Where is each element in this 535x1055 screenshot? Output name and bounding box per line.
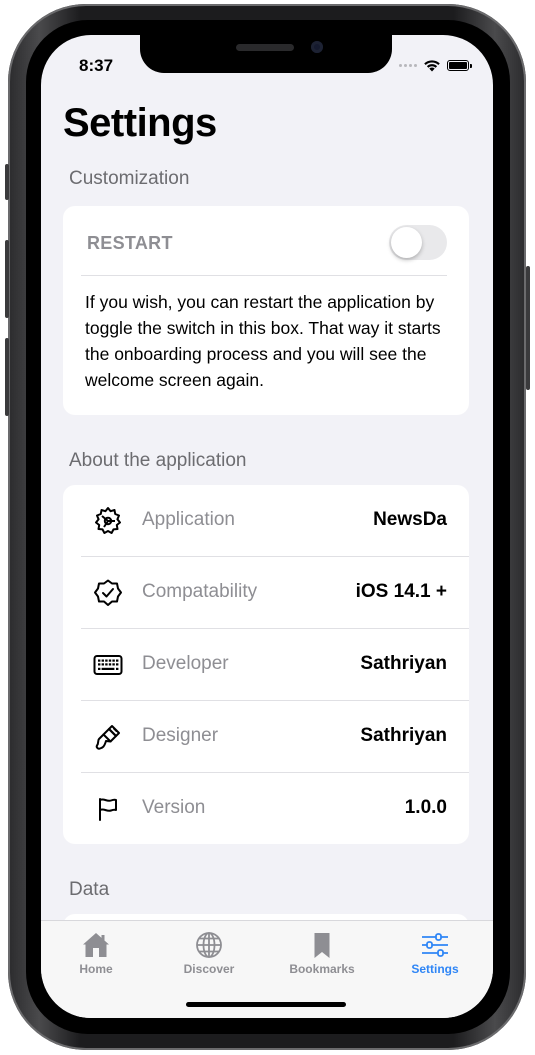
divider (81, 275, 447, 276)
status-time: 8:37 (79, 56, 114, 75)
about-card: Application NewsDa Compatability iOS 14.… (63, 485, 469, 844)
customization-header: Customization (69, 168, 190, 189)
toggle-knob (391, 227, 422, 258)
volume-down-button (5, 338, 9, 416)
data-header: Data (69, 879, 110, 900)
restart-description: If you wish, you can restart the applica… (85, 292, 441, 390)
row-label: Application (142, 509, 235, 530)
keyboard-icon (93, 655, 123, 675)
speaker-grille (236, 44, 294, 51)
about-row-developer: Developer Sathriyan (81, 629, 469, 701)
sliders-icon (422, 933, 448, 957)
gear-icon (95, 507, 121, 534)
restart-title: RESTART (87, 233, 173, 253)
tab-label: Home (79, 962, 113, 976)
flag-icon (99, 798, 117, 821)
tab-label: Settings (411, 962, 459, 976)
row-value: iOS 14.1 + (355, 581, 447, 602)
status-icons (399, 59, 472, 72)
about-row-compatability: Compatability iOS 14.1 + (81, 557, 469, 629)
row-label: Developer (142, 653, 229, 674)
restart-card: RESTART If you wish, you can restart the… (63, 206, 469, 415)
restart-toggle[interactable] (389, 225, 447, 260)
battery-icon (447, 60, 472, 71)
tab-bar: Home Discover Bookmarks Settings (41, 920, 493, 1018)
power-button (526, 266, 530, 390)
row-label: Compatability (142, 581, 258, 602)
about-row-designer: Designer Sathriyan (81, 701, 469, 773)
silent-switch (5, 164, 9, 200)
row-label: Version (142, 797, 206, 818)
tab-bookmarks[interactable]: Bookmarks (277, 931, 367, 976)
tab-label: Bookmarks (289, 962, 355, 976)
signal-dots-icon (399, 64, 417, 67)
notch (140, 35, 392, 73)
bookmark-icon (314, 933, 330, 958)
page-title: Settings (63, 101, 217, 145)
row-value: NewsDa (373, 509, 447, 530)
house-icon (83, 933, 109, 957)
tab-home[interactable]: Home (51, 931, 141, 976)
about-row-application: Application NewsDa (81, 485, 469, 557)
row-value: 1.0.0 (404, 797, 447, 818)
front-camera (311, 41, 323, 53)
about-header: About the application (69, 450, 247, 471)
tab-discover[interactable]: Discover (164, 931, 254, 976)
tab-settings[interactable]: Settings (390, 931, 480, 976)
globe-icon (196, 932, 222, 958)
about-row-version: Version 1.0.0 (81, 773, 469, 845)
volume-up-button (5, 240, 9, 318)
checkmark-seal-icon (94, 579, 122, 606)
wifi-icon (424, 60, 440, 72)
row-value: Sathriyan (360, 725, 447, 746)
tab-label: Discover (183, 962, 235, 976)
paintbrush-icon (95, 725, 120, 750)
screen: 8:37 Settings Customization RESTART If y… (41, 35, 493, 1018)
row-label: Designer (142, 725, 219, 746)
home-indicator[interactable] (186, 1002, 346, 1007)
row-value: Sathriyan (360, 653, 447, 674)
